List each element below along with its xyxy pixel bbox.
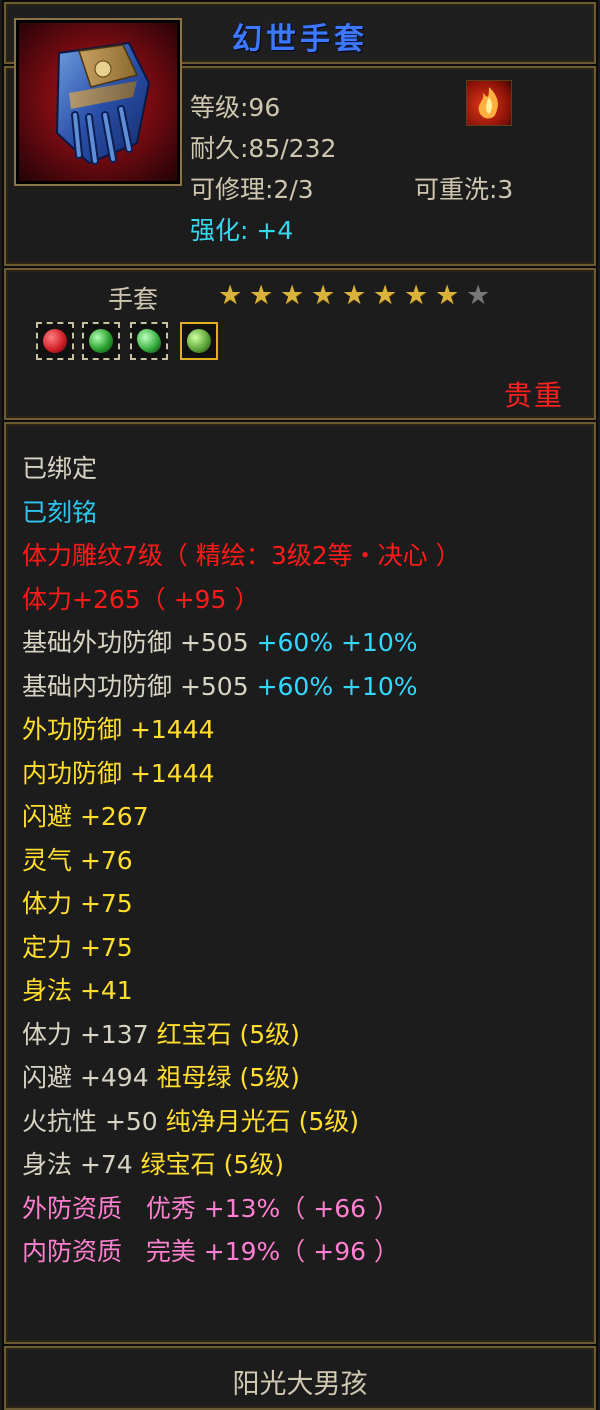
star-empty-icon: ★ — [466, 280, 491, 311]
attr-dodge: 闪避 +267 — [22, 802, 149, 831]
attr-ext-aptitude: 外防资质 优秀 +13%（ +66 ） — [22, 1193, 399, 1223]
item-rewash: 可重洗:3 — [414, 175, 514, 204]
star-filled-icon: ★ — [342, 280, 367, 311]
item-repair: 可修理:2/3 — [190, 175, 314, 204]
attr-carving: 体力雕纹7级（ 精绘：3级2等・决心 ） — [22, 541, 461, 570]
attr-base-int-def: 基础内功防御 +505 +60% +10% — [22, 671, 418, 701]
green-gem-icon — [89, 329, 113, 353]
green-gem-icon — [137, 329, 161, 353]
attr-stamina: 体力 +75 — [22, 889, 133, 918]
attr-gem-stamina: 体力 +137 红宝石 (5级) — [22, 1019, 300, 1049]
attr-gem-agility: 身法 +74 绿宝石 (5级) — [22, 1150, 285, 1179]
attr-int-aptitude: 内防资质 完美 +19%（ +96 ） — [22, 1237, 399, 1266]
rarity-label: 贵重 — [503, 379, 564, 412]
attr-bound: 已绑定 — [22, 454, 98, 483]
green-gem-icon — [187, 329, 211, 353]
item-level: 等级:96 — [190, 93, 281, 122]
attr-int-def: 内功防御 +1444 — [22, 758, 215, 788]
gem-slot-3[interactable] — [130, 322, 168, 360]
star-filled-icon: ★ — [404, 280, 429, 311]
attr-focus: 定力 +75 — [22, 932, 133, 962]
attr-gem-dodge: 闪避 +494 祖母绿 (5级) — [22, 1063, 300, 1092]
gem-slot-4[interactable] — [180, 322, 218, 360]
owner-panel: 阳光大男孩 — [4, 1346, 596, 1410]
gauntlet-icon[interactable] — [14, 18, 182, 186]
item-enhance: 强化: +4 — [190, 216, 294, 245]
attr-agility: 身法 +41 — [22, 976, 133, 1005]
owner-name: 阳光大男孩 — [232, 1369, 368, 1400]
star-filled-icon: ★ — [218, 280, 243, 311]
gem-slot-2[interactable] — [82, 322, 120, 360]
item-durability: 耐久:85/232 — [190, 134, 337, 163]
attr-ext-def: 外功防御 +1444 — [22, 715, 215, 744]
attribute-list: 已绑定 已刻铭 体力雕纹7级（ 精绘：3级2等・决心 ） 体力+265（ +95… — [22, 447, 461, 1274]
star-filled-icon: ★ — [373, 280, 398, 311]
star-filled-icon: ★ — [311, 280, 336, 311]
star-filled-icon: ★ — [249, 280, 274, 311]
star-filled-icon: ★ — [435, 280, 460, 311]
attr-stamina-bonus: 体力+265（ +95 ） — [22, 584, 260, 614]
gem-slot-1[interactable] — [36, 322, 74, 360]
red-gem-icon — [43, 329, 67, 353]
star-filled-icon: ★ — [280, 280, 305, 311]
attr-gem-fire-res: 火抗性 +50 纯净月光石 (5级) — [22, 1106, 360, 1136]
attr-base-ext-def: 基础外功防御 +505 +60% +10% — [22, 628, 418, 657]
item-type: 手套 — [108, 285, 159, 314]
flame-skill-icon[interactable] — [466, 80, 512, 126]
attr-spirit: 灵气 +76 — [22, 845, 133, 875]
attr-engraved: 已刻铭 — [22, 497, 98, 527]
